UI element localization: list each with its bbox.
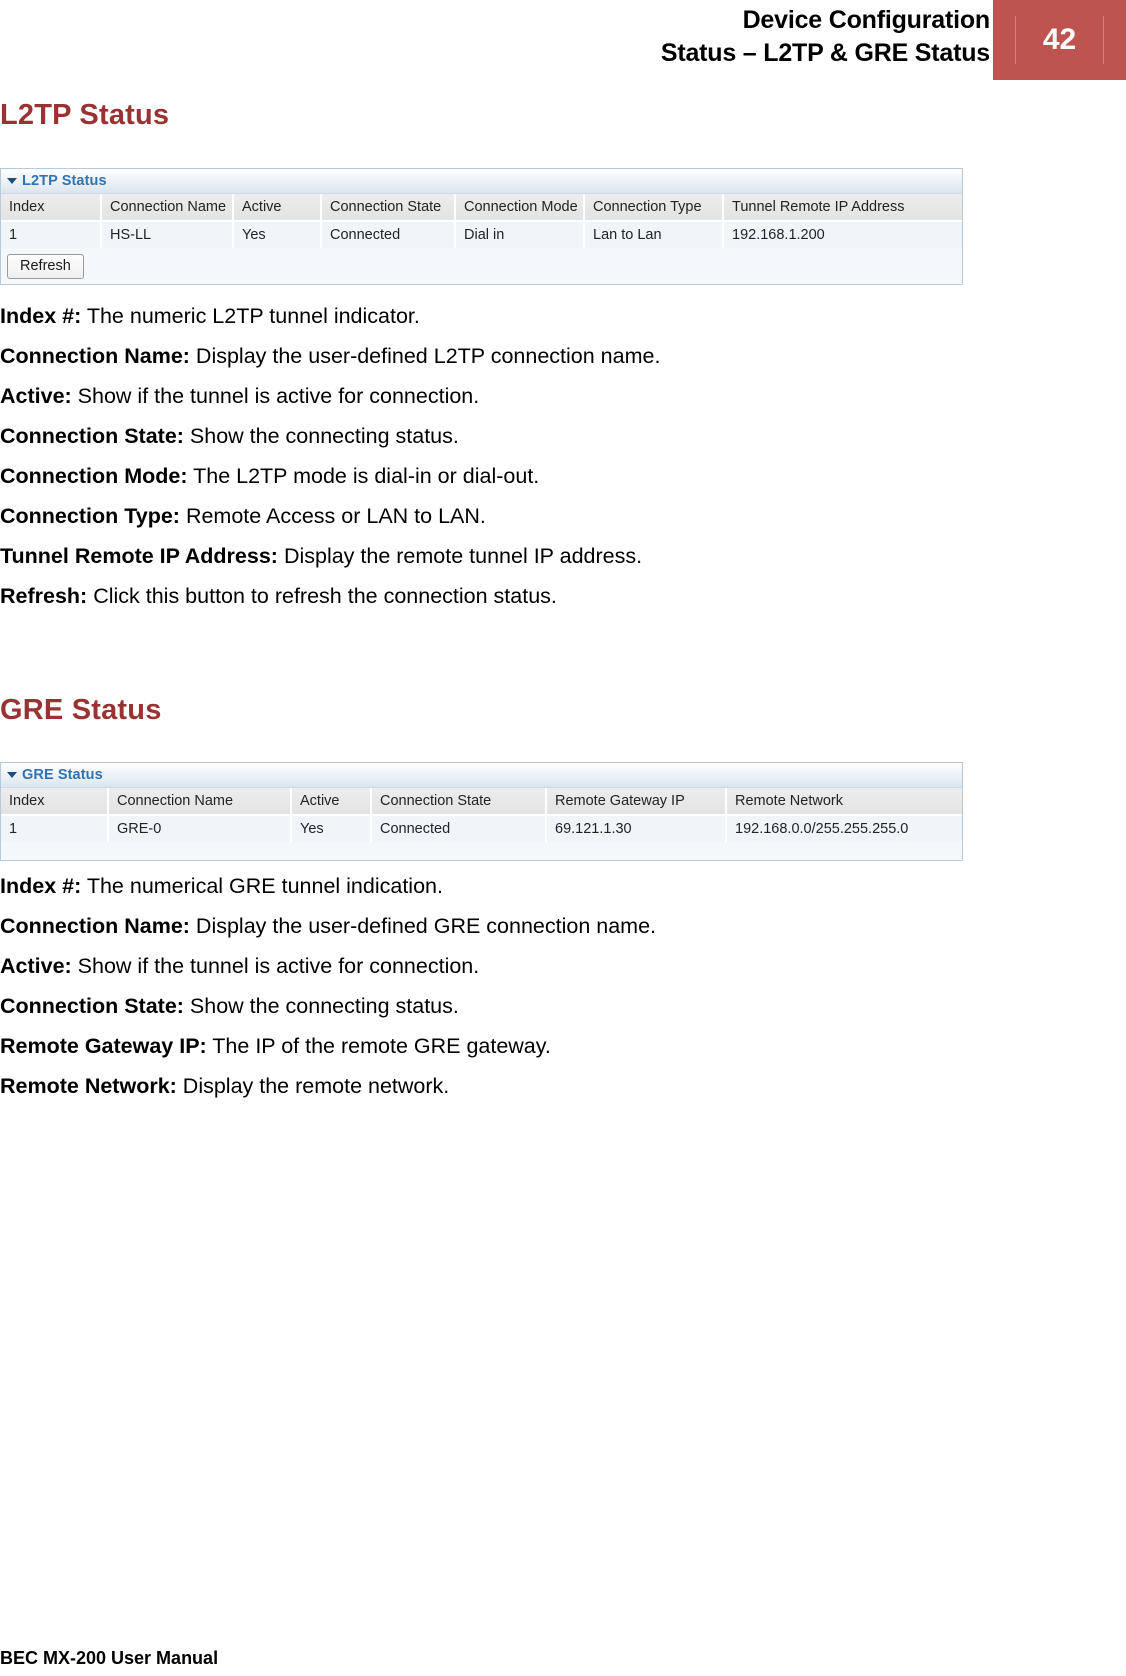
column-header-connection-type: Connection Type <box>584 194 724 222</box>
cell-connection-type: Lan to Lan <box>584 221 724 248</box>
definition-text: Show if the tunnel is active for connect… <box>71 954 480 978</box>
column-header-tunnel-remote-ip: Tunnel Remote IP Address <box>723 194 962 222</box>
definition-text: Show the connecting status. <box>183 994 459 1018</box>
column-header-active: Active <box>233 194 322 222</box>
gre-panel-title: GRE Status <box>22 767 103 783</box>
definition-term: Connection Name: <box>0 344 190 368</box>
cell-index: 1 <box>1 815 109 842</box>
definition-term: Connection State: <box>0 424 184 448</box>
definition-text: The L2TP mode is dial-in or dial-out. <box>187 464 540 488</box>
column-header-connection-name: Connection Name <box>101 194 234 222</box>
page-number-badge: 42 <box>993 0 1126 80</box>
definition-term: Connection Type: <box>0 504 180 528</box>
definition-text: The IP of the remote GRE gateway. <box>206 1034 551 1058</box>
column-header-index: Index <box>1 788 109 816</box>
column-header-connection-state: Connection State <box>371 788 547 816</box>
gre-panel-footer <box>1 842 962 860</box>
definition-text: Display the remote network. <box>176 1074 450 1098</box>
definition-item: Connection Name: Display the user-define… <box>0 906 1000 946</box>
page-header: Device Configuration Status – L2TP & GRE… <box>0 0 1126 80</box>
definition-term: Index #: <box>0 874 82 898</box>
definition-item: Refresh: Click this button to refresh th… <box>0 576 1000 616</box>
definition-item: Tunnel Remote IP Address: Display the re… <box>0 536 1000 576</box>
definition-item: Connection Mode: The L2TP mode is dial-i… <box>0 456 1000 496</box>
definition-text: Show if the tunnel is active for connect… <box>71 384 480 408</box>
definition-item: Remote Gateway IP: The IP of the remote … <box>0 1026 1000 1066</box>
column-header-active: Active <box>291 788 372 816</box>
definition-item: Connection Type: Remote Access or LAN to… <box>0 496 1000 536</box>
table-row: 1 HS-LL Yes Connected Dial in Lan to Lan… <box>1 221 962 248</box>
page-number-label: 42 <box>1042 23 1077 56</box>
definition-term: Active: <box>0 384 72 408</box>
gre-definition-list: Index #: The numerical GRE tunnel indica… <box>0 866 1000 1106</box>
definition-item: Connection State: Show the connecting st… <box>0 986 1000 1026</box>
definition-text: Display the remote tunnel IP address. <box>277 544 643 568</box>
definition-item: Index #: The numeric L2TP tunnel indicat… <box>0 296 1000 336</box>
l2tp-status-panel: L2TP Status Index Connection Name Active… <box>0 168 963 285</box>
definition-item: Index #: The numerical GRE tunnel indica… <box>0 866 1000 906</box>
column-header-index: Index <box>1 194 102 222</box>
gre-status-table: Index Connection Name Active Connection … <box>1 788 962 842</box>
definition-term: Refresh: <box>0 584 88 608</box>
caret-down-icon[interactable] <box>7 178 17 184</box>
cell-tunnel-remote-ip: 192.168.1.200 <box>723 221 962 248</box>
header-title-line1: Device Configuration <box>742 6 991 34</box>
table-header-row: Index Connection Name Active Connection … <box>1 788 962 816</box>
cell-active: Yes <box>233 221 322 248</box>
cell-connection-mode: Dial in <box>455 221 585 248</box>
refresh-button[interactable]: Refresh <box>7 253 84 279</box>
gre-section-heading: GRE Status <box>0 694 162 726</box>
definition-text: Display the user-defined L2TP connection… <box>189 344 661 368</box>
header-title-line2: Status – L2TP & GRE Status <box>660 39 990 67</box>
gre-panel-titlebar[interactable]: GRE Status <box>1 763 962 788</box>
definition-text: Display the user-defined GRE connection … <box>189 914 657 938</box>
cell-connection-state: Connected <box>321 221 456 248</box>
definition-term: Index #: <box>0 304 82 328</box>
definition-item: Connection Name: Display the user-define… <box>0 336 1000 376</box>
l2tp-definition-list: Index #: The numeric L2TP tunnel indicat… <box>0 296 1000 616</box>
definition-term: Connection Mode: <box>0 464 188 488</box>
cell-active: Yes <box>291 815 372 842</box>
definition-term: Connection Name: <box>0 914 190 938</box>
l2tp-section-heading: L2TP Status <box>0 99 170 131</box>
cell-connection-state: Connected <box>371 815 547 842</box>
definition-item: Active: Show if the tunnel is active for… <box>0 376 1000 416</box>
cell-remote-gateway-ip: 69.121.1.30 <box>546 815 727 842</box>
l2tp-status-table: Index Connection Name Active Connection … <box>1 194 962 248</box>
definition-item: Remote Network: Display the remote netwo… <box>0 1066 1000 1106</box>
definition-term: Tunnel Remote IP Address: <box>0 544 278 568</box>
column-header-remote-network: Remote Network <box>726 788 962 816</box>
column-header-connection-name: Connection Name <box>108 788 292 816</box>
column-header-connection-state: Connection State <box>321 194 456 222</box>
definition-term: Remote Gateway IP: <box>0 1034 207 1058</box>
definition-text: Click this button to refresh the connect… <box>87 584 557 608</box>
definition-text: The numeric L2TP tunnel indicator. <box>81 304 420 328</box>
l2tp-panel-footer: Refresh <box>1 248 962 284</box>
cell-connection-name: GRE-0 <box>108 815 292 842</box>
definition-term: Active: <box>0 954 72 978</box>
cell-index: 1 <box>1 221 102 248</box>
cell-remote-network: 192.168.0.0/255.255.255.0 <box>726 815 962 842</box>
table-header-row: Index Connection Name Active Connection … <box>1 194 962 222</box>
header-title: Device Configuration Status – L2TP & GRE… <box>661 4 990 70</box>
l2tp-panel-titlebar[interactable]: L2TP Status <box>1 169 962 194</box>
column-header-connection-mode: Connection Mode <box>455 194 585 222</box>
definition-item: Connection State: Show the connecting st… <box>0 416 1000 456</box>
document-footer: BEC MX-200 User Manual <box>0 1648 219 1668</box>
definition-text: Remote Access or LAN to LAN. <box>179 504 486 528</box>
cell-connection-name: HS-LL <box>101 221 234 248</box>
definition-text: The numerical GRE tunnel indication. <box>81 874 443 898</box>
column-header-remote-gateway-ip: Remote Gateway IP <box>546 788 727 816</box>
definition-text: Show the connecting status. <box>183 424 459 448</box>
table-row: 1 GRE-0 Yes Connected 69.121.1.30 192.16… <box>1 815 962 842</box>
gre-status-panel: GRE Status Index Connection Name Active … <box>0 762 963 861</box>
definition-item: Active: Show if the tunnel is active for… <box>0 946 1000 986</box>
l2tp-panel-title: L2TP Status <box>22 173 107 189</box>
definition-term: Connection State: <box>0 994 184 1018</box>
caret-down-icon[interactable] <box>7 772 17 778</box>
definition-term: Remote Network: <box>0 1074 177 1098</box>
